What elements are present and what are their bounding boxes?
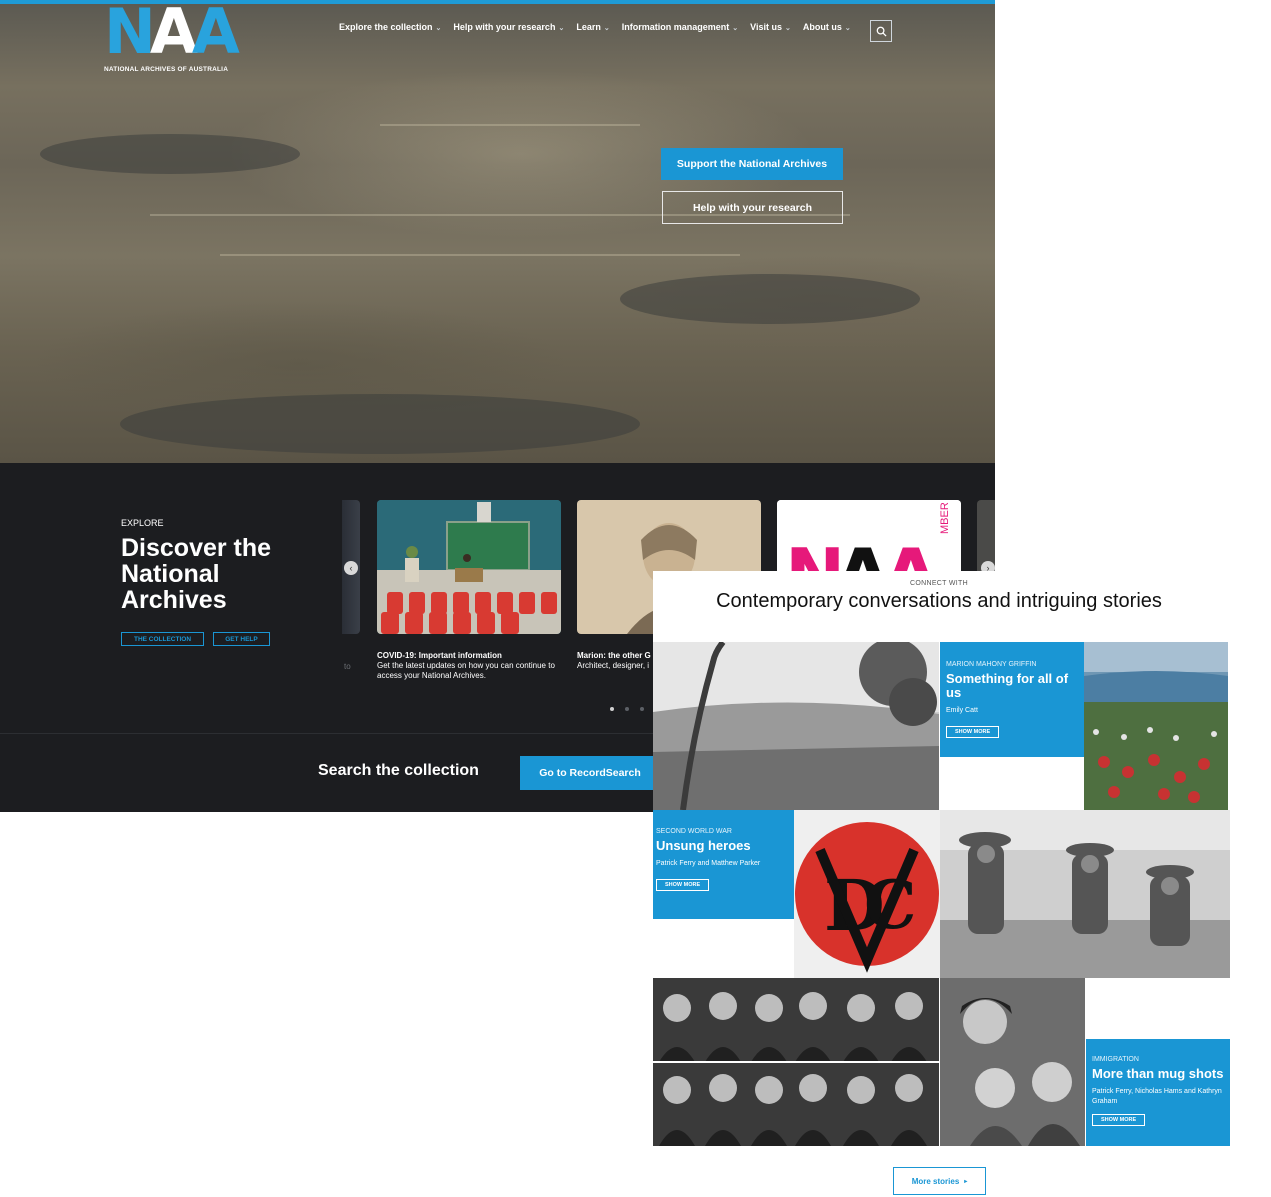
card-image <box>377 500 561 634</box>
hero-lake-shape <box>40 134 300 174</box>
explore-eyebrow: EXPLORE <box>121 518 164 528</box>
carousel-ghost-text: to <box>344 662 351 671</box>
stories-screenshot: CONNECT WITH Contemporary conversations … <box>653 571 1231 1197</box>
arrow-right-icon: ▸ <box>964 1178 968 1185</box>
nav-label: About us <box>802 22 842 32</box>
connect-eyebrow: CONNECT WITH <box>910 580 968 587</box>
story-card-unsung-heroes[interactable]: SECOND WORLD WAR Unsung heroes Patrick F… <box>653 810 794 919</box>
landscape-photo <box>653 642 939 810</box>
hero-lake-shape <box>120 394 640 454</box>
soldiers-photo-tile[interactable] <box>940 810 1230 978</box>
explore-title: Discover the National Archives <box>121 534 272 614</box>
logo-letter-n: N <box>104 0 156 68</box>
family-photo-tile[interactable] <box>940 978 1085 1146</box>
story-card-mug-shots[interactable]: IMMIGRATION More than mug shots Patrick … <box>1086 1039 1230 1146</box>
more-stories-button[interactable]: More stories ▸ <box>893 1167 986 1195</box>
search-icon <box>876 26 887 37</box>
stories-title: Contemporary conversations and intriguin… <box>716 590 1162 612</box>
story-authors: Patrick Ferry and Matthew Parker <box>656 860 761 867</box>
story-title: More than mug shots <box>1092 1066 1224 1081</box>
family-photo <box>940 978 1085 1146</box>
search-button[interactable] <box>870 20 892 42</box>
nav-label: Help with your research <box>453 22 556 32</box>
soldiers-photo <box>940 810 1230 978</box>
hero-streak <box>220 254 740 256</box>
nav-item-about-us[interactable]: About us ⌄ <box>803 22 851 32</box>
recordsearch-button[interactable]: Go to RecordSearch <box>520 756 660 790</box>
story-card-something-for-all[interactable]: MARION MAHONY GRIFFIN Something for all … <box>940 642 1084 757</box>
story-title: Something for all of us <box>946 671 1069 700</box>
mugshots-photo <box>653 978 939 1146</box>
card-text: Get the latest updates on how you can co… <box>377 661 555 680</box>
naa-logo[interactable]: NAA NATIONAL ARCHIVES OF AUSTRALIA <box>104 0 254 76</box>
nav-label: Information management <box>621 22 730 32</box>
card-side-text: MBER <box>939 502 951 534</box>
story-tag: IMMIGRATION <box>1092 1056 1139 1063</box>
carousel-prev-button[interactable]: ‹ <box>344 561 358 575</box>
hero-streak <box>380 124 640 126</box>
landscape-photo-tile[interactable] <box>653 642 939 810</box>
story-authors: Emily Catt <box>946 707 978 714</box>
classroom-photo <box>377 500 561 634</box>
show-more-button[interactable]: SHOW MORE <box>946 726 1000 738</box>
nav-label: Explore the collection <box>339 22 433 32</box>
logo-letter-a2: A <box>191 0 240 68</box>
carousel-dot-active[interactable] <box>610 707 614 711</box>
nav-label: Learn <box>576 22 601 32</box>
card-title: COVID-19: Important information <box>377 651 502 660</box>
show-more-button[interactable]: SHOW MORE <box>1092 1114 1146 1126</box>
story-authors: Patrick Ferry, Nicholas Hams and Kathryn… <box>1092 1088 1222 1105</box>
logo-mark: NAA <box>104 0 254 68</box>
story-tag: MARION MAHONY GRIFFIN <box>946 661 1037 668</box>
parade-photo <box>1084 642 1228 810</box>
carousel-dots <box>610 707 659 711</box>
nav-item-help-research[interactable]: Help with your research ⌄ <box>453 22 564 32</box>
nav-label: Visit us <box>750 22 782 32</box>
support-button[interactable]: Support the National Archives <box>661 148 843 180</box>
chevron-down-icon: ⌄ <box>558 25 565 32</box>
chevron-down-icon: ⌄ <box>732 25 739 32</box>
show-more-button[interactable]: SHOW MORE <box>656 879 710 891</box>
red-badge-photo: D C <box>794 810 940 978</box>
main-nav: Explore the collection ⌄ Help with your r… <box>339 22 863 32</box>
badge-photo-tile[interactable]: D C <box>794 810 940 978</box>
nav-item-explore-collection[interactable]: Explore the collection ⌄ <box>339 22 441 32</box>
parade-photo-tile[interactable] <box>1084 642 1228 810</box>
chevron-down-icon: ⌄ <box>844 25 851 32</box>
story-title: Unsung heroes <box>656 838 751 853</box>
collection-button[interactable]: THE COLLECTION <box>121 632 204 646</box>
nav-item-learn[interactable]: Learn ⌄ <box>576 22 609 32</box>
more-stories-label: More stories <box>911 1176 960 1186</box>
search-collection-title: Search the collection <box>318 762 479 779</box>
story-tag: SECOND WORLD WAR <box>656 828 732 835</box>
hero-lake-shape <box>620 274 920 324</box>
nav-item-information-management[interactable]: Information management ⌄ <box>622 22 738 32</box>
nav-item-visit-us[interactable]: Visit us ⌄ <box>750 22 791 32</box>
get-help-button[interactable]: GET HELP <box>213 632 270 646</box>
carousel-dot[interactable] <box>640 707 644 711</box>
chevron-left-icon: ‹ <box>349 563 353 573</box>
carousel-card-covid[interactable]: COVID-19: Important information Get the … <box>377 500 561 681</box>
help-research-button[interactable]: Help with your research <box>662 191 843 224</box>
chevron-down-icon: ⌄ <box>784 25 791 32</box>
chevron-down-icon: ⌄ <box>603 25 610 32</box>
mugshots-photo-tile[interactable] <box>653 978 939 1146</box>
chevron-down-icon: ⌄ <box>435 25 442 32</box>
logo-letter-a: A <box>149 0 198 68</box>
carousel-dot[interactable] <box>625 707 629 711</box>
